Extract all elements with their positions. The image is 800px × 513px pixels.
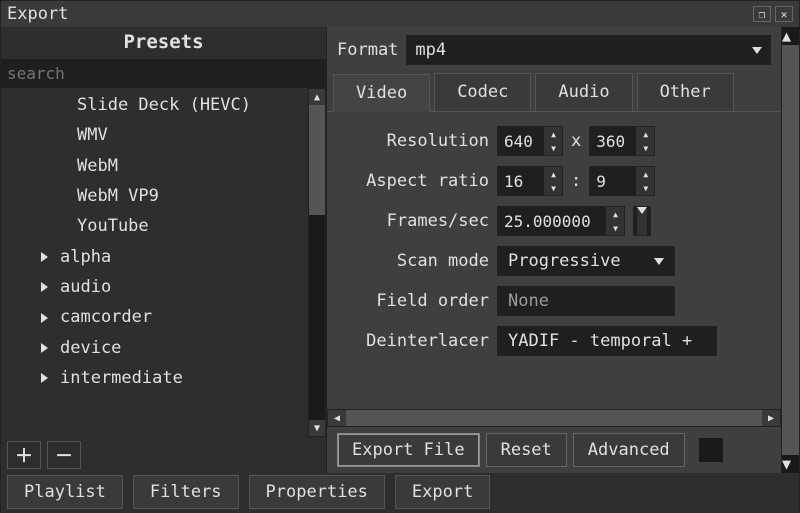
- chevron-right-icon: [41, 373, 48, 383]
- spin-up-icon[interactable]: ▲: [545, 167, 562, 181]
- scroll-thumb[interactable]: [782, 45, 799, 455]
- window-title: Export: [7, 4, 68, 24]
- color-swatch[interactable]: [699, 438, 723, 462]
- window-titlebar: Export ❐ ✕: [1, 1, 799, 27]
- spin-down-icon[interactable]: ▼: [637, 141, 654, 155]
- remove-preset-button[interactable]: －: [47, 441, 81, 469]
- restore-icon[interactable]: ❐: [753, 6, 771, 22]
- preset-search-input[interactable]: [1, 59, 326, 88]
- tab-video[interactable]: Video: [333, 74, 430, 112]
- aspect-width-stepper[interactable]: ▲▼: [497, 166, 563, 196]
- deinterlacer-select[interactable]: YADIF - temporal +: [497, 326, 717, 356]
- spin-down-icon[interactable]: ▼: [637, 181, 654, 195]
- chevron-down-icon: [654, 258, 664, 265]
- preset-list: Slide Deck (HEVC) WMV WebM WebM VP9 YouT…: [1, 88, 308, 437]
- scan-mode-select[interactable]: Progressive: [497, 246, 675, 276]
- scroll-right-icon[interactable]: ▶: [762, 410, 780, 426]
- export-file-button[interactable]: Export File: [337, 433, 480, 467]
- preset-group[interactable]: camcorder: [1, 302, 308, 332]
- preset-item[interactable]: WebM VP9: [1, 181, 308, 211]
- resolution-label: Resolution: [339, 131, 489, 151]
- add-preset-button[interactable]: ＋: [7, 441, 41, 469]
- scroll-down-icon[interactable]: ▼: [309, 420, 325, 436]
- spin-down-icon[interactable]: ▼: [607, 221, 624, 235]
- form-hscrollbar[interactable]: ◀ ▶: [327, 409, 781, 427]
- spin-down-icon[interactable]: ▼: [545, 141, 562, 155]
- spin-up-icon[interactable]: ▲: [637, 127, 654, 141]
- tab-other[interactable]: Other: [637, 73, 734, 111]
- preset-group[interactable]: audio: [1, 272, 308, 302]
- scroll-up-icon[interactable]: ▲: [782, 27, 799, 45]
- scroll-up-icon[interactable]: ▲: [309, 89, 325, 105]
- spin-down-icon[interactable]: ▼: [545, 181, 562, 195]
- resolution-height-stepper[interactable]: ▲▼: [589, 126, 655, 156]
- fps-stepper[interactable]: ▲▼: [497, 206, 625, 236]
- reset-button[interactable]: Reset: [486, 433, 567, 467]
- format-label: Format: [337, 40, 398, 60]
- tab-export[interactable]: Export: [395, 475, 490, 509]
- chevron-right-icon: [41, 282, 48, 292]
- fps-dropdown[interactable]: [633, 206, 651, 236]
- aspect-height-stepper[interactable]: ▲▼: [589, 166, 655, 196]
- preset-group[interactable]: device: [1, 333, 308, 363]
- advanced-button[interactable]: Advanced: [573, 433, 685, 467]
- preset-group[interactable]: alpha: [1, 242, 308, 272]
- resolution-width-stepper[interactable]: ▲▼: [497, 126, 563, 156]
- presets-heading: Presets: [1, 27, 326, 59]
- scroll-thumb[interactable]: [309, 105, 325, 215]
- tab-playlist[interactable]: Playlist: [7, 475, 123, 509]
- tab-filters[interactable]: Filters: [133, 475, 239, 509]
- panel-scrollbar[interactable]: ▲ ▼: [781, 27, 799, 473]
- scan-label: Scan mode: [339, 251, 489, 271]
- scroll-down-icon[interactable]: ▼: [782, 455, 799, 473]
- aspect-label: Aspect ratio: [339, 171, 489, 191]
- preset-group[interactable]: intermediate: [1, 363, 308, 393]
- close-icon[interactable]: ✕: [775, 6, 793, 22]
- chevron-right-icon: [41, 313, 48, 323]
- tab-properties[interactable]: Properties: [249, 475, 385, 509]
- settings-tabs: Video Codec Audio Other: [327, 73, 781, 112]
- spin-up-icon[interactable]: ▲: [545, 127, 562, 141]
- preset-item[interactable]: WMV: [1, 120, 308, 150]
- format-select[interactable]: mp4: [406, 35, 771, 65]
- bottom-tabbar: Playlist Filters Properties Export: [1, 473, 799, 513]
- preset-item[interactable]: YouTube: [1, 211, 308, 241]
- tab-codec[interactable]: Codec: [434, 73, 531, 111]
- chevron-right-icon: [41, 343, 48, 353]
- deinterlacer-label: Deinterlacer: [339, 331, 489, 351]
- scroll-left-icon[interactable]: ◀: [328, 410, 346, 426]
- fps-label: Frames/sec: [339, 211, 489, 231]
- chevron-down-icon: [752, 47, 762, 54]
- spin-up-icon[interactable]: ▲: [607, 207, 624, 221]
- field-order-label: Field order: [339, 291, 489, 311]
- tab-audio[interactable]: Audio: [535, 73, 632, 111]
- preset-item[interactable]: Slide Deck (HEVC): [1, 90, 308, 120]
- chevron-down-icon: [637, 207, 647, 235]
- chevron-right-icon: [41, 252, 48, 262]
- spin-up-icon[interactable]: ▲: [637, 167, 654, 181]
- field-order-select: None: [497, 286, 675, 316]
- preset-item[interactable]: WebM: [1, 151, 308, 181]
- preset-scrollbar[interactable]: ▲ ▼: [308, 88, 326, 437]
- scroll-thumb[interactable]: [346, 410, 762, 426]
